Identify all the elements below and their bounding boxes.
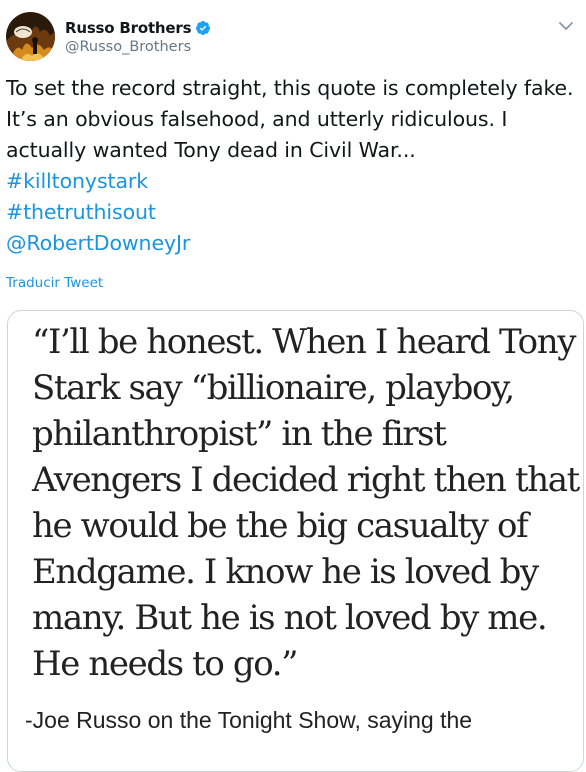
name-row: Russo Brothers	[65, 18, 211, 38]
quote-line: He needs to go.”	[32, 644, 299, 684]
quote-line: many. But he is not loved by me.	[32, 598, 548, 638]
quote-line: Endgame. I know he is loved by	[32, 552, 539, 592]
avatar-image	[6, 11, 55, 61]
hashtag-link[interactable]: #thetruthisout	[6, 197, 582, 228]
verified-badge-icon	[195, 20, 211, 36]
handle[interactable]: @Russo_Brothers	[65, 39, 211, 55]
tweet-line: actually wanted Tony dead in Civil War..…	[6, 138, 416, 162]
tweet-line: It’s an obvious falsehood, and utterly r…	[6, 107, 508, 131]
quote-line: Avengers I decided right then that	[32, 460, 580, 500]
tweet-line: To set the record straight, this quote i…	[6, 76, 574, 100]
quote-line: “I’ll be honest. When I heard Tony	[32, 322, 576, 362]
avatar[interactable]	[6, 11, 55, 61]
tweet-text: To set the record straight, this quote i…	[6, 73, 582, 259]
quote-caption: -Joe Russo on the Tonight Show, saying t…	[25, 707, 473, 733]
display-name[interactable]: Russo Brothers	[65, 19, 191, 37]
media-image[interactable]: “I’ll be honest. When I heard Tony Stark…	[7, 310, 584, 772]
quote-text: “I’ll be honest. When I heard Tony Stark…	[32, 319, 580, 687]
mention-link[interactable]: @RobertDowneyJr	[6, 228, 582, 259]
translate-tweet-link[interactable]: Traducir Tweet	[6, 275, 103, 291]
quote-line: he would be the big casualty of	[32, 506, 529, 546]
account-names: Russo Brothers @Russo_Brothers	[65, 18, 211, 55]
chevron-down-icon[interactable]	[556, 16, 576, 36]
hashtag-link[interactable]: #killtonystark	[6, 166, 582, 197]
tweet-header: Russo Brothers @Russo_Brothers	[6, 10, 211, 62]
quote-line: Stark say “billionaire, playboy,	[32, 368, 515, 408]
quote-line: philanthropist” in the first	[32, 414, 447, 454]
